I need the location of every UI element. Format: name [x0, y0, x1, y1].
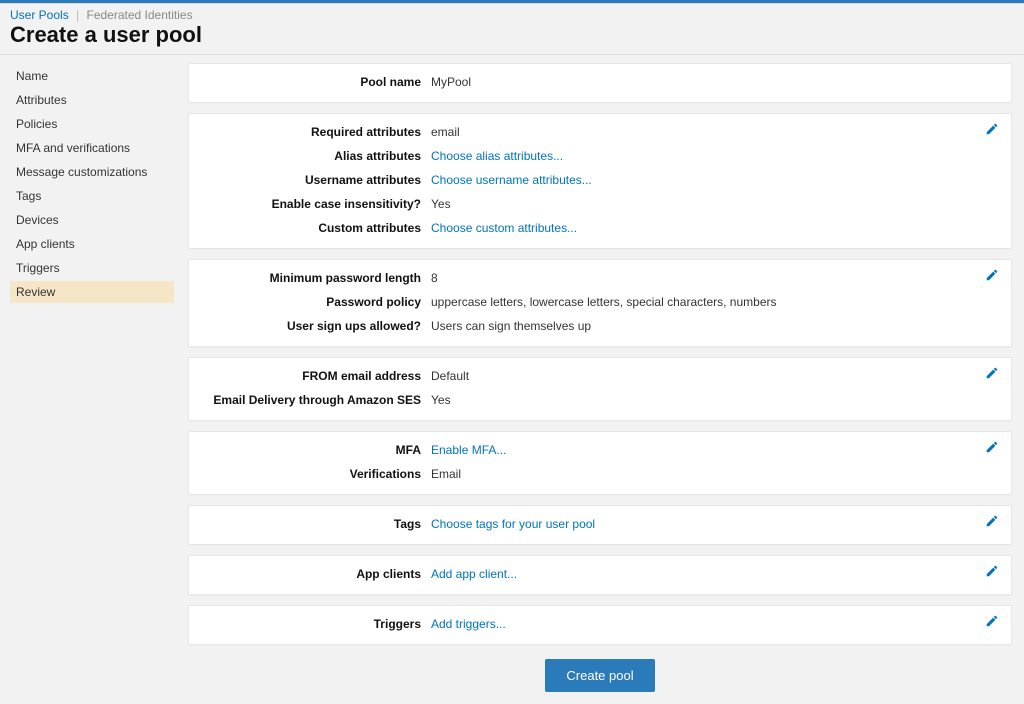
- sidebar-item-tags[interactable]: Tags: [10, 185, 174, 207]
- edit-icon[interactable]: [985, 268, 1001, 284]
- from-email-label: FROM email address: [201, 367, 431, 385]
- pw-policy-label: Password policy: [201, 293, 431, 311]
- min-pw-len-value: 8: [431, 269, 999, 287]
- sidebar-item-app-clients[interactable]: App clients: [10, 233, 174, 255]
- app-clients-label: App clients: [201, 565, 431, 583]
- verifications-value: Email: [431, 465, 999, 483]
- title-divider: [0, 54, 1024, 55]
- sidebar: Name Attributes Policies MFA and verific…: [0, 59, 180, 704]
- custom-attr-label: Custom attributes: [201, 219, 431, 237]
- tags-label: Tags: [201, 515, 431, 533]
- create-pool-button[interactable]: Create pool: [545, 659, 654, 692]
- breadcrumb-federated[interactable]: Federated Identities: [87, 8, 193, 22]
- sidebar-item-devices[interactable]: Devices: [10, 209, 174, 231]
- pw-policy-value: uppercase letters, lowercase letters, sp…: [431, 293, 999, 311]
- custom-attr-link[interactable]: Choose custom attributes...: [431, 221, 577, 235]
- triggers-label: Triggers: [201, 615, 431, 633]
- from-email-value: Default: [431, 367, 999, 385]
- main-content: Pool name MyPool Required attributesemai…: [180, 59, 1024, 704]
- ses-delivery-value: Yes: [431, 391, 999, 409]
- card-mfa: MFAEnable MFA... VerificationsEmail: [188, 431, 1012, 495]
- ses-delivery-label: Email Delivery through Amazon SES: [201, 391, 431, 409]
- required-attr-label: Required attributes: [201, 123, 431, 141]
- card-triggers: TriggersAdd triggers...: [188, 605, 1012, 645]
- card-name: Pool name MyPool: [188, 63, 1012, 103]
- breadcrumb: User Pools | Federated Identities: [0, 4, 1024, 22]
- breadcrumb-sep: |: [76, 8, 79, 22]
- pool-name-value: MyPool: [431, 73, 999, 91]
- sidebar-item-triggers[interactable]: Triggers: [10, 257, 174, 279]
- alias-attr-label: Alias attributes: [201, 147, 431, 165]
- triggers-link[interactable]: Add triggers...: [431, 617, 506, 631]
- sidebar-item-attributes[interactable]: Attributes: [10, 89, 174, 111]
- required-attr-value: email: [431, 123, 999, 141]
- edit-icon[interactable]: [985, 122, 1001, 138]
- card-policies: Minimum password length8 Password policy…: [188, 259, 1012, 347]
- card-attributes: Required attributesemail Alias attribute…: [188, 113, 1012, 249]
- alias-attr-link[interactable]: Choose alias attributes...: [431, 149, 563, 163]
- breadcrumb-user-pools[interactable]: User Pools: [10, 8, 69, 22]
- mfa-link[interactable]: Enable MFA...: [431, 443, 506, 457]
- card-tags: TagsChoose tags for your user pool: [188, 505, 1012, 545]
- mfa-label: MFA: [201, 441, 431, 459]
- edit-icon[interactable]: [985, 514, 1001, 530]
- app-clients-link[interactable]: Add app client...: [431, 567, 517, 581]
- min-pw-len-label: Minimum password length: [201, 269, 431, 287]
- case-insensitivity-label: Enable case insensitivity?: [201, 195, 431, 213]
- case-insensitivity-value: Yes: [431, 195, 999, 213]
- tags-link[interactable]: Choose tags for your user pool: [431, 517, 595, 531]
- verifications-label: Verifications: [201, 465, 431, 483]
- card-email: FROM email addressDefault Email Delivery…: [188, 357, 1012, 421]
- edit-icon[interactable]: [985, 366, 1001, 382]
- page-title: Create a user pool: [0, 22, 1024, 54]
- signup-allowed-label: User sign ups allowed?: [201, 317, 431, 335]
- sidebar-item-policies[interactable]: Policies: [10, 113, 174, 135]
- username-attr-link[interactable]: Choose username attributes...: [431, 173, 592, 187]
- username-attr-label: Username attributes: [201, 171, 431, 189]
- card-app-clients: App clientsAdd app client...: [188, 555, 1012, 595]
- signup-allowed-value: Users can sign themselves up: [431, 317, 999, 335]
- sidebar-item-name[interactable]: Name: [10, 65, 174, 87]
- sidebar-item-message-customizations[interactable]: Message customizations: [10, 161, 174, 183]
- edit-icon[interactable]: [985, 614, 1001, 630]
- edit-icon[interactable]: [985, 564, 1001, 580]
- pool-name-label: Pool name: [201, 73, 431, 91]
- sidebar-item-mfa[interactable]: MFA and verifications: [10, 137, 174, 159]
- sidebar-item-review[interactable]: Review: [10, 281, 174, 303]
- edit-icon[interactable]: [985, 440, 1001, 456]
